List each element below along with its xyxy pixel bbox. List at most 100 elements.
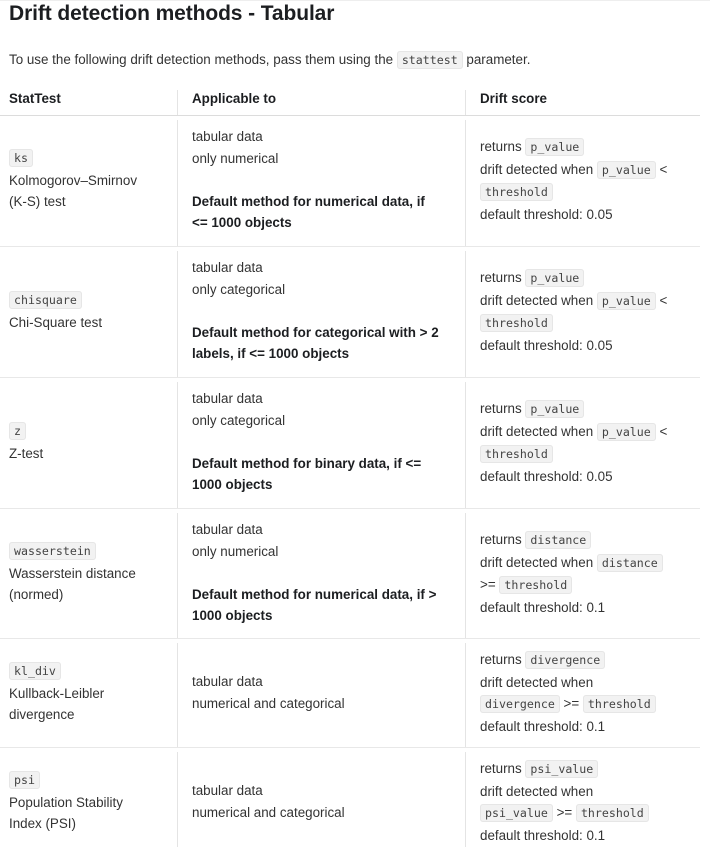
default-note: Default method for numerical data, if > xyxy=(192,586,437,602)
top-divider xyxy=(0,0,710,1)
score-text: returns xyxy=(480,139,522,154)
applicable-cell: tabular data only categorical Default me… xyxy=(192,257,457,365)
score-text: drift detected when xyxy=(480,161,594,177)
stattest-table: StatTest Applicable to Drift score ks Ko… xyxy=(0,84,700,847)
score-text: returns xyxy=(480,761,522,776)
applicable-line: only categorical xyxy=(192,281,286,297)
score-code: threshold xyxy=(499,576,573,595)
stattest-cell: kl_div Kullback-Leibler divergence xyxy=(9,660,174,726)
applicable-line: only numerical xyxy=(192,543,279,559)
stattest-name: (K-S) test xyxy=(9,194,66,210)
page-title: Drift detection methods - Tabular xyxy=(9,2,335,25)
column-divider xyxy=(177,643,178,747)
score-code: distance xyxy=(525,531,592,549)
score-text: drift detected when xyxy=(480,423,594,439)
stattest-name: Kullback-Leibler xyxy=(9,685,105,701)
drift-score-cell: returns psi_value drift detected when ps… xyxy=(480,758,695,846)
stattest-name: Wasserstein distance xyxy=(9,565,136,581)
column-divider xyxy=(177,120,178,246)
applicable-line: tabular data xyxy=(192,522,263,537)
score-code: p_value xyxy=(525,400,585,418)
applicable-cell: tabular data only numerical Default meth… xyxy=(192,519,457,627)
applicable-cell: tabular data only numerical Default meth… xyxy=(192,126,457,234)
stattest-name: (normed) xyxy=(9,587,64,603)
default-threshold: default threshold: 0.05 xyxy=(480,468,613,484)
default-threshold: default threshold: 0.05 xyxy=(480,337,613,353)
stattest-name: Chi-Square test xyxy=(9,314,103,330)
score-code: divergence xyxy=(525,651,606,669)
default-threshold: default threshold: 0.1 xyxy=(480,599,606,615)
column-divider xyxy=(177,752,178,847)
default-note: labels, if <= 1000 objects xyxy=(192,346,350,362)
column-divider xyxy=(465,752,466,847)
score-operator: >= xyxy=(563,696,580,712)
stattest-cell: wasserstein Wasserstein distance (normed… xyxy=(9,540,174,606)
intro-paragraph: To use the following drift detection met… xyxy=(9,51,530,69)
column-divider xyxy=(177,513,178,638)
stattest-code: psi xyxy=(9,771,40,789)
score-code: divergence xyxy=(480,695,560,714)
score-operator: >= xyxy=(480,577,496,593)
applicable-line: tabular data xyxy=(192,391,263,406)
stattest-name: Kolmogorov–Smirnov xyxy=(9,172,138,188)
score-text: returns xyxy=(480,652,522,667)
column-divider xyxy=(465,382,466,508)
applicable-line: tabular data xyxy=(192,674,263,689)
default-note: 1000 objects xyxy=(192,477,273,493)
score-operator: < xyxy=(659,161,668,177)
applicable-line: only categorical xyxy=(192,412,286,428)
table-row: psi Population Stability Index (PSI) tab… xyxy=(0,748,700,847)
score-text: returns xyxy=(480,401,522,416)
applicable-line: tabular data xyxy=(192,783,263,798)
score-operator: < xyxy=(659,292,668,308)
column-divider xyxy=(465,251,466,377)
stattest-name: Population Stability xyxy=(9,794,123,810)
score-text: drift detected when xyxy=(480,554,594,570)
applicable-cell: tabular data only categorical Default me… xyxy=(192,388,457,496)
score-text: returns xyxy=(480,532,522,547)
default-note: Default method for categorical with > 2 xyxy=(192,324,439,340)
score-text: drift detected when xyxy=(480,783,594,799)
header-drift-score: Drift score xyxy=(480,91,547,106)
table-row: ks Kolmogorov–Smirnov (K-S) test tabular… xyxy=(0,116,700,247)
column-divider xyxy=(177,382,178,508)
column-divider xyxy=(465,643,466,747)
drift-score-cell: returns p_value drift detected when p_va… xyxy=(480,267,695,356)
intro-text-end: parameter. xyxy=(466,52,531,67)
applicable-line: numerical and categorical xyxy=(192,804,345,820)
score-text: drift detected when xyxy=(480,292,594,308)
score-code: p_value xyxy=(596,422,656,441)
stattest-code: chisquare xyxy=(9,291,82,309)
score-code: threshold xyxy=(575,804,649,823)
score-code: psi_value xyxy=(480,804,553,823)
score-code: p_value xyxy=(596,160,656,179)
stattest-code: wasserstein xyxy=(9,542,96,560)
drift-score-cell: returns p_value drift detected when p_va… xyxy=(480,136,695,225)
table-header: StatTest Applicable to Drift score xyxy=(0,84,700,116)
score-operator: >= xyxy=(556,805,573,821)
score-code: threshold xyxy=(480,183,553,202)
score-code: p_value xyxy=(525,138,585,156)
stattest-code: ks xyxy=(9,149,33,167)
score-text: returns xyxy=(480,270,522,285)
header-applicable: Applicable to xyxy=(192,91,277,106)
default-threshold: default threshold: 0.1 xyxy=(480,827,606,843)
applicable-line: tabular data xyxy=(192,260,263,275)
table-row: z Z-test tabular data only categorical D… xyxy=(0,378,700,509)
column-divider xyxy=(177,90,178,115)
default-threshold: default threshold: 0.05 xyxy=(480,206,613,222)
default-note: <= 1000 objects xyxy=(192,215,292,231)
header-stattest: StatTest xyxy=(9,91,61,106)
stattest-cell: psi Population Stability Index (PSI) xyxy=(9,769,174,835)
stattest-cell: ks Kolmogorov–Smirnov (K-S) test xyxy=(9,147,174,213)
default-note: 1000 objects xyxy=(192,608,273,624)
intro-code: stattest xyxy=(396,51,463,69)
column-divider xyxy=(465,90,466,115)
score-code: threshold xyxy=(480,445,553,464)
stattest-code: kl_div xyxy=(9,662,61,680)
column-divider xyxy=(177,251,178,377)
table-row: chisquare Chi-Square test tabular data o… xyxy=(0,247,700,378)
stattest-code: z xyxy=(9,422,26,440)
stattest-cell: z Z-test xyxy=(9,420,174,464)
drift-score-cell: returns p_value drift detected when p_va… xyxy=(480,398,695,487)
